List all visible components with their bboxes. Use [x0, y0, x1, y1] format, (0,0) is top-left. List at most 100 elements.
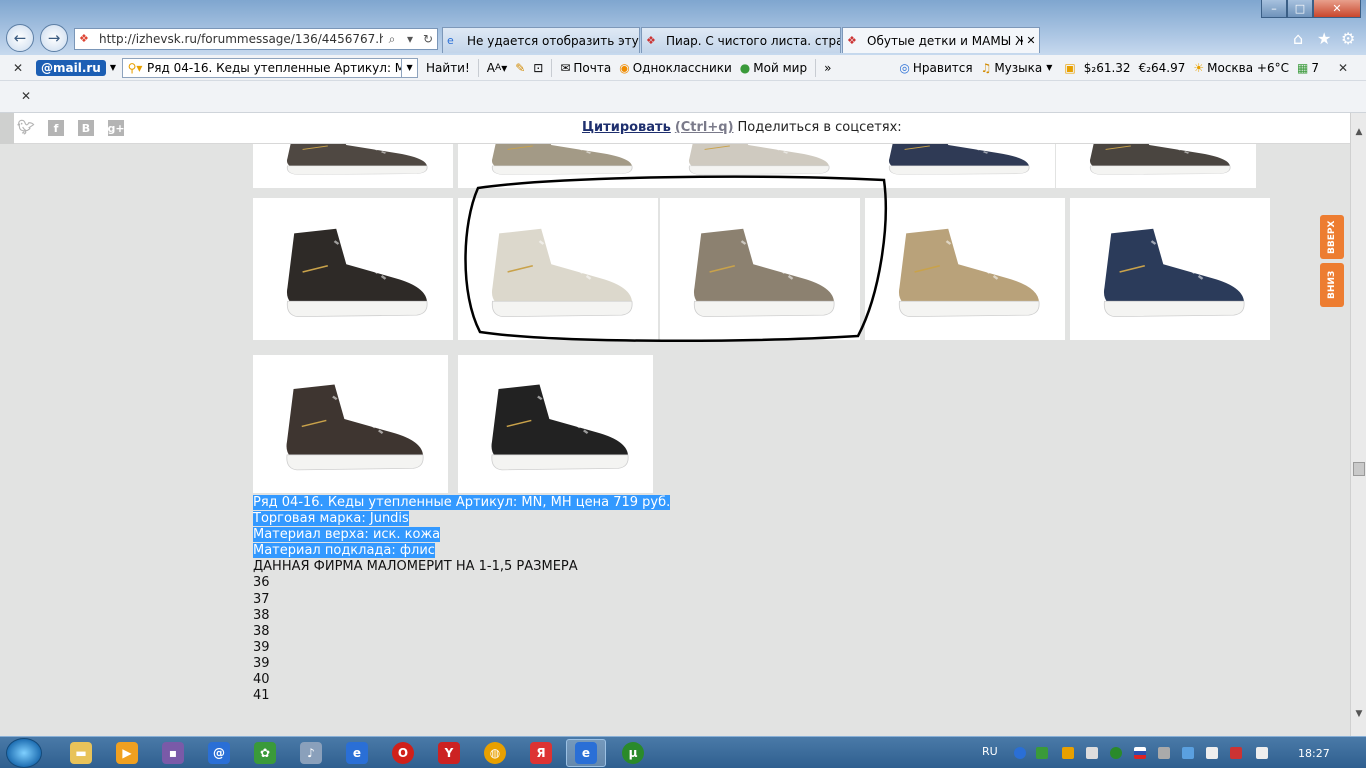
toolbar-link-odnoklassniki[interactable]: ◉ Одноклассники	[619, 61, 732, 75]
product-photo[interactable]	[458, 144, 658, 188]
calendar-widget[interactable]: ▦ 7	[1297, 61, 1319, 75]
maximize-button[interactable]: □	[1287, 0, 1313, 18]
tray-icon[interactable]	[1182, 747, 1194, 759]
weather-widget[interactable]: ☀ Москва +6°C	[1193, 61, 1289, 75]
sneaker-icon	[286, 228, 428, 317]
product-photo[interactable]	[458, 355, 653, 493]
product-photo[interactable]	[253, 355, 448, 493]
scroll-up-down-widget: ВВЕРХ ВНИЗ	[1320, 215, 1344, 307]
utorrent-tray-icon[interactable]	[1110, 747, 1122, 759]
scrollbar-thumb[interactable]	[1353, 462, 1365, 476]
globe-icon[interactable]: ◍	[484, 742, 506, 764]
product-photo[interactable]	[253, 144, 453, 188]
secondary-toolbar: ✕	[0, 81, 1366, 113]
find-button[interactable]: Найти!	[426, 61, 470, 75]
size-item: 40	[253, 672, 270, 688]
post-text: Ряд 04-16. Кеды утепленные Артикул: MN, …	[253, 495, 671, 704]
language-indicator[interactable]: RU	[982, 745, 998, 758]
explorer-icon[interactable]: ▬	[70, 742, 92, 764]
action-center-flag-icon[interactable]	[1206, 747, 1218, 759]
tray-icon[interactable]	[1230, 747, 1242, 759]
mailru-logo[interactable]: @mail.ru	[36, 59, 106, 76]
toolbar-link-pochta[interactable]: ✉ Почта	[560, 61, 611, 75]
search-engine-icon[interactable]: ⚲▾	[123, 61, 147, 75]
tray-icon[interactable]	[1158, 747, 1170, 759]
games-icon[interactable]: ▣	[1064, 61, 1075, 75]
product-photo[interactable]	[1070, 198, 1270, 340]
scroll-arrow-down-icon[interactable]: ▼	[1353, 709, 1365, 723]
refresh-icon[interactable]: ↻	[419, 32, 437, 46]
product-photo[interactable]	[655, 144, 855, 188]
save-disk-icon[interactable]: ▪	[162, 742, 184, 764]
favorites-star-icon[interactable]: ★	[1317, 29, 1331, 48]
back-button[interactable]: ←	[6, 24, 34, 52]
cite-link[interactable]: Цитировать	[582, 120, 671, 135]
sneaker-icon	[286, 144, 428, 175]
dropdown-icon[interactable]: ▾	[401, 32, 419, 46]
close-tab-icon[interactable]: ✕	[1023, 34, 1039, 47]
facebook-icon[interactable]: f	[48, 120, 64, 136]
chevron-down-icon[interactable]: ▼	[110, 63, 116, 72]
twitter-icon[interactable]: 🐦︎	[17, 120, 35, 136]
product-photo[interactable]	[660, 198, 860, 340]
icq-tray-icon[interactable]	[1036, 747, 1048, 759]
media-player-icon[interactable]: ▶	[116, 742, 138, 764]
search-input[interactable]	[147, 60, 402, 75]
icq-icon[interactable]: ✿	[254, 742, 276, 764]
highlighter-icon[interactable]: ✎	[515, 61, 525, 75]
yandex-icon[interactable]: Y	[438, 742, 460, 764]
currency-eur[interactable]: €₂64.97	[1139, 61, 1186, 75]
forward-button[interactable]: →	[40, 24, 68, 52]
network-icon[interactable]	[1086, 747, 1098, 759]
scroll-arrow-up-icon[interactable]: ▲	[1353, 127, 1365, 141]
mailru-agent-icon[interactable]: @	[208, 742, 230, 764]
address-url[interactable]: http://izhevsk.ru/forummessage/136/44567…	[99, 32, 383, 46]
font-size-icon[interactable]: A A ▾	[487, 61, 507, 75]
toolbar-search[interactable]: ⚲▾ ▼	[122, 57, 419, 78]
post-material-line: Материал верха: иск. кожа	[253, 527, 441, 543]
ie-icon[interactable]: e	[346, 742, 368, 764]
start-button[interactable]	[6, 738, 42, 768]
currency-usd[interactable]: $₂61.32	[1084, 61, 1131, 75]
tray-icon[interactable]	[1062, 747, 1074, 759]
vertical-scrollbar[interactable]: ▲ ▼	[1350, 113, 1366, 736]
tab-piar[interactable]: ❖ Пиар. С чистого листа. стран...	[641, 27, 841, 53]
close-icon[interactable]: ✕	[1333, 61, 1353, 75]
scroll-down-button[interactable]: ВНИЗ	[1320, 263, 1344, 307]
google-plus-icon[interactable]: g+	[107, 120, 125, 136]
toolbar-link-nravitsa[interactable]: ◎ Нравится	[899, 61, 972, 75]
utorrent-icon[interactable]: μ	[622, 742, 644, 764]
sneaker-icon	[490, 384, 629, 471]
post-content: Ряд 04-16. Кеды утепленные Артикул: MN, …	[0, 144, 1350, 736]
product-photo[interactable]	[865, 198, 1065, 340]
tray-icon[interactable]	[1014, 747, 1026, 759]
toolbar-link-moy-mir[interactable]: ● Мой мир	[740, 61, 807, 75]
chevron-down-icon[interactable]: ▼	[401, 58, 417, 77]
russian-flag-icon[interactable]	[1134, 747, 1146, 759]
tab-obutye-detki[interactable]: ❖ Обутые детки и МАМЫ Жд... ✕	[842, 27, 1040, 53]
tab-error-page[interactable]: e Не удается отобразить эту ст...	[442, 27, 640, 53]
settings-gear-icon[interactable]: ⚙	[1341, 29, 1355, 48]
address-bar[interactable]: ❖ http://izhevsk.ru/forummessage/136/445…	[74, 28, 438, 50]
minimize-button[interactable]: –	[1261, 0, 1287, 18]
volume-icon[interactable]	[1256, 747, 1268, 759]
clock[interactable]: 18:27	[1298, 747, 1330, 760]
search-icon[interactable]: ⌕	[383, 32, 401, 47]
product-photo[interactable]	[253, 198, 453, 340]
search-page-icon[interactable]: ⊡	[533, 61, 543, 75]
product-photo[interactable]	[458, 198, 658, 340]
close-icon[interactable]: ✕	[16, 89, 36, 103]
close-icon[interactable]: ✕	[8, 61, 28, 75]
sound-icon[interactable]: ♪	[300, 742, 322, 764]
product-photo[interactable]	[855, 144, 1055, 188]
product-photo[interactable]	[1056, 144, 1256, 188]
home-icon[interactable]: ⌂	[1293, 29, 1303, 48]
toolbar-link-muzyka[interactable]: ♫ Музыка ▼	[981, 61, 1057, 75]
more-chevron-icon[interactable]: »	[824, 61, 831, 75]
yandex-browser-icon[interactable]: Я	[530, 742, 552, 764]
vkontakte-icon[interactable]: B	[78, 120, 94, 136]
scroll-up-button[interactable]: ВВЕРХ	[1320, 215, 1344, 259]
size-item: 39	[253, 655, 270, 671]
close-button[interactable]: ✕	[1313, 0, 1361, 18]
opera-icon[interactable]: O	[392, 742, 414, 764]
